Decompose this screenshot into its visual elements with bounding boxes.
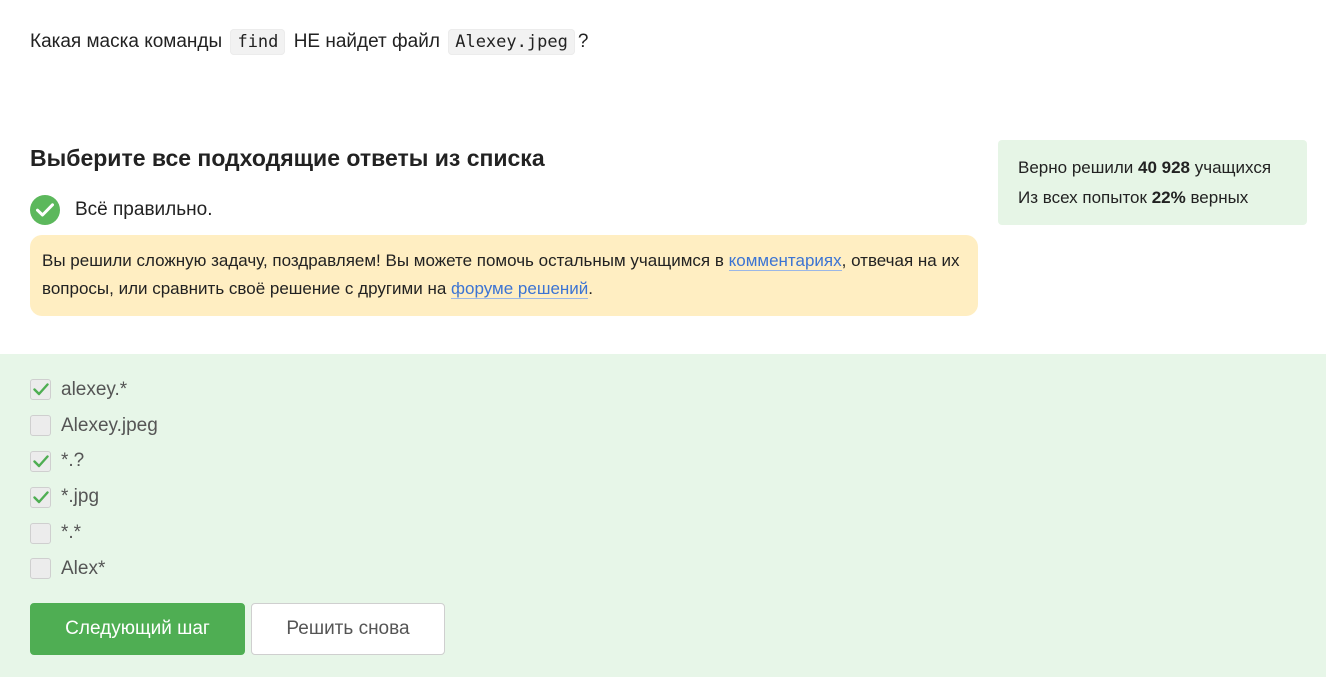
option-checkbox[interactable] bbox=[30, 558, 51, 580]
question-command-code: find bbox=[230, 29, 286, 55]
checkmark-icon bbox=[32, 455, 49, 468]
option-label: *.* bbox=[61, 522, 82, 544]
stats-solved-count: 40 928 bbox=[1138, 158, 1191, 177]
option-checkbox[interactable] bbox=[30, 486, 51, 508]
option-label: Alexey.jpeg bbox=[61, 414, 158, 436]
success-check-icon bbox=[30, 195, 60, 225]
hint-text-3: . bbox=[588, 279, 594, 298]
checkmark-icon bbox=[32, 383, 49, 396]
stats-box: Верно решили 40 928 учащихся Из всех поп… bbox=[998, 140, 1307, 225]
solutions-forum-link[interactable]: форуме решений bbox=[451, 279, 589, 299]
question-filename-code: Alexey.jpeg bbox=[448, 29, 575, 55]
option-checkbox[interactable] bbox=[30, 379, 51, 401]
option-checkbox[interactable] bbox=[30, 450, 51, 472]
question-text: Какая маска команды find НЕ найдет файл … bbox=[30, 27, 588, 57]
stats-solved-line: Верно решили 40 928 учащихся bbox=[1018, 153, 1287, 183]
answer-option[interactable]: *.* bbox=[30, 515, 158, 551]
stats-solved-prefix: Верно решили bbox=[1018, 158, 1134, 177]
task-title: Выберите все подходящие ответы из списка bbox=[30, 145, 545, 171]
stats-solved-suffix: учащихся bbox=[1194, 158, 1272, 177]
checkmark-icon bbox=[32, 491, 49, 503]
question-prefix: Какая маска команды bbox=[30, 31, 223, 52]
next-step-button[interactable]: Следующий шаг bbox=[30, 603, 245, 655]
hint-text-1: Вы решили сложную задачу, поздравляем! В… bbox=[42, 251, 724, 270]
answer-option[interactable]: Alexey.jpeg bbox=[30, 408, 158, 444]
option-label: *.? bbox=[61, 450, 85, 472]
congrats-hint: Вы решили сложную задачу, поздравляем! В… bbox=[30, 235, 978, 316]
answer-option[interactable]: *.jpg bbox=[30, 479, 158, 515]
option-label: *.jpg bbox=[61, 486, 100, 508]
option-label: Alex* bbox=[61, 557, 106, 579]
answer-options-list: alexey.* Alexey.jpeg *.? *.jpg *.* Alex* bbox=[30, 372, 158, 587]
question-middle: НЕ найдет файл bbox=[293, 31, 440, 52]
result-text: Всё правильно. bbox=[75, 199, 213, 220]
question-suffix: ? bbox=[577, 31, 589, 52]
answer-option[interactable]: Alex* bbox=[30, 551, 158, 587]
option-checkbox[interactable] bbox=[30, 415, 51, 437]
answer-option[interactable]: *.? bbox=[30, 444, 158, 480]
answer-option[interactable]: alexey.* bbox=[30, 372, 158, 408]
solve-again-button[interactable]: Решить снова bbox=[251, 603, 445, 655]
stats-attempts-line: Из всех попыток 22% верных bbox=[1018, 183, 1287, 213]
stats-attempts-prefix: Из всех попыток bbox=[1018, 188, 1147, 207]
option-label: alexey.* bbox=[61, 378, 128, 400]
stats-attempts-suffix: верных bbox=[1190, 188, 1249, 207]
option-checkbox[interactable] bbox=[30, 522, 51, 544]
result-status: Всё правильно. bbox=[30, 194, 212, 226]
stats-attempts-percent: 22% bbox=[1151, 188, 1186, 207]
answers-area: alexey.* Alexey.jpeg *.? *.jpg *.* Alex*… bbox=[0, 354, 1326, 677]
comments-link[interactable]: комментариях bbox=[728, 251, 842, 271]
